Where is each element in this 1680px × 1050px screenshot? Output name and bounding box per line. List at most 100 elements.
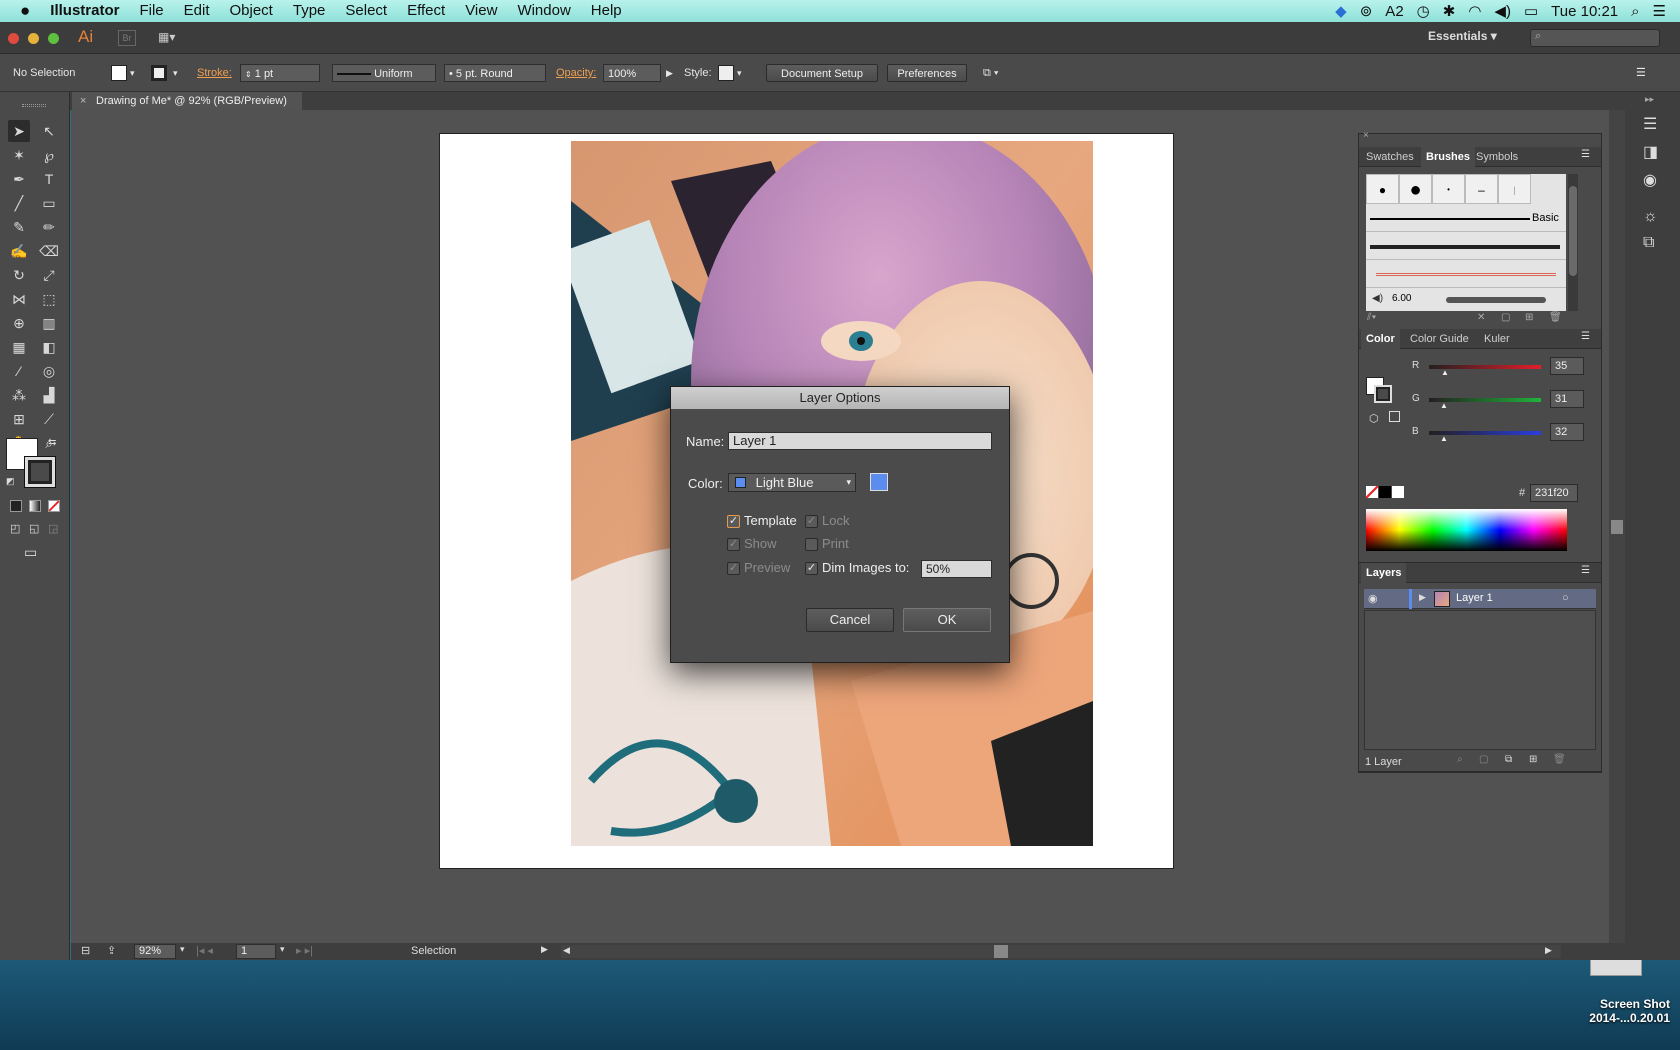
brushes-scrollbar[interactable] xyxy=(1568,174,1578,311)
layer-expand-icon[interactable]: ▶ xyxy=(1419,592,1426,603)
brush-dot-small-icon[interactable]: ● xyxy=(1366,174,1399,204)
menu-edit[interactable]: Edit xyxy=(174,0,220,22)
ok-button[interactable]: OK xyxy=(903,608,991,632)
desktop-file-label[interactable]: Screen Shot 2014-...0.20.01 xyxy=(1560,997,1670,1025)
blend-tool-icon[interactable]: ◎ xyxy=(38,360,60,382)
b-slider-thumb[interactable]: ▲ xyxy=(1440,434,1448,443)
appearance-panel-icon[interactable]: ☼ xyxy=(1643,208,1658,226)
line-tool-icon[interactable]: ╱ xyxy=(8,192,30,214)
width-tool-icon[interactable]: ⋈ xyxy=(8,288,30,310)
window-close-button[interactable] xyxy=(8,33,19,44)
menu-type[interactable]: Type xyxy=(283,0,336,22)
wifi-icon[interactable]: ◠ xyxy=(1468,2,1481,20)
shape-builder-tool-icon[interactable]: ⊕ xyxy=(8,312,30,334)
brush-options-icon[interactable]: ▢ xyxy=(1501,312,1510,323)
vertical-scrollbar[interactable] xyxy=(1609,110,1625,943)
layers-list-area[interactable] xyxy=(1364,610,1596,750)
brush-charcoal-row[interactable] xyxy=(1366,233,1566,260)
delete-layer-icon[interactable]: 🗑 xyxy=(1553,754,1566,765)
preferences-button[interactable]: Preferences xyxy=(887,64,967,82)
document-setup-button[interactable]: Document Setup xyxy=(766,64,878,82)
spotlight-icon[interactable]: ⌕ xyxy=(1631,3,1639,20)
dock-collapse-icon[interactable]: ▸▸ xyxy=(1645,94,1654,105)
web-safe-swatch[interactable] xyxy=(1389,411,1400,422)
tools-grip[interactable] xyxy=(22,104,46,107)
layer-visibility-eye-icon[interactable]: ◉ xyxy=(1368,592,1378,605)
remove-stroke-icon[interactable]: ✕ xyxy=(1477,312,1485,323)
opacity-arrow-icon[interactable]: ▶ xyxy=(666,64,673,82)
creative-cloud-icon[interactable]: ⊚ xyxy=(1360,2,1373,20)
rotate-tool-icon[interactable]: ↻ xyxy=(8,264,30,286)
stroke-dropdown[interactable]: ▾ xyxy=(173,64,178,82)
artboard-tool-icon[interactable]: ⊞ xyxy=(8,408,30,430)
white-color-swatch[interactable] xyxy=(1392,486,1404,498)
lock-checkbox[interactable]: ✓ xyxy=(805,515,818,528)
layer-target-icon[interactable]: ○ xyxy=(1562,592,1569,604)
menu-select[interactable]: Select xyxy=(335,0,397,22)
menu-window[interactable]: Window xyxy=(507,0,580,22)
direct-selection-tool-icon[interactable]: ↖ xyxy=(38,120,60,142)
new-sublayer-icon[interactable]: ⧉ xyxy=(1505,754,1512,765)
brush-faint-icon[interactable]: | xyxy=(1498,174,1531,204)
dialog-title[interactable]: Layer Options xyxy=(671,387,1009,409)
brush-basic-row[interactable]: Basic xyxy=(1366,205,1566,232)
window-minimize-button[interactable] xyxy=(28,33,39,44)
r-slider-thumb[interactable]: ▲ xyxy=(1441,368,1449,377)
locate-object-icon[interactable]: ⌕ xyxy=(1457,754,1463,765)
swap-colors-icon[interactable]: ⇆ xyxy=(48,437,56,448)
print-checkbox[interactable] xyxy=(805,538,818,551)
style-dropdown[interactable]: ▾ xyxy=(737,64,742,82)
g-value-field[interactable]: 31 xyxy=(1550,390,1584,408)
dropbox-icon[interactable]: ◆ xyxy=(1335,2,1347,20)
brush-pattern-row[interactable] xyxy=(1366,261,1566,288)
gradient-mode-icon[interactable] xyxy=(29,500,41,512)
artboard-dropdown[interactable]: ▾ xyxy=(280,944,285,955)
brush-definition[interactable]: • 5 pt. Round xyxy=(444,64,546,82)
adobe-app-icon[interactable]: A2 xyxy=(1385,3,1403,20)
bridge-button[interactable]: Br xyxy=(118,30,136,46)
selection-tool-icon[interactable]: ➤ xyxy=(8,120,30,142)
zoom-dropdown[interactable]: ▾ xyxy=(180,944,185,955)
g-slider-thumb[interactable]: ▲ xyxy=(1440,401,1448,410)
new-layer-icon[interactable]: ⊞ xyxy=(1529,754,1537,765)
clock[interactable]: Tue 10:21 xyxy=(1551,3,1618,20)
paintbrush-tool-icon[interactable]: ✎ xyxy=(8,216,30,238)
delete-brush-icon[interactable]: 🗑 xyxy=(1549,312,1562,323)
dim-images-input[interactable]: 50% xyxy=(921,560,992,578)
zoom-field[interactable]: 92% xyxy=(134,944,176,959)
tab-layers[interactable]: Layers xyxy=(1361,563,1407,583)
stroke-color-box[interactable] xyxy=(24,456,56,488)
bluetooth-icon[interactable]: ✱ xyxy=(1443,2,1456,20)
none-color-swatch[interactable] xyxy=(1366,486,1378,498)
menu-app-name[interactable]: Illustrator xyxy=(40,0,129,22)
lasso-tool-icon[interactable]: ℘ xyxy=(38,144,60,166)
cancel-button[interactable]: Cancel xyxy=(806,608,894,632)
rectangle-tool-icon[interactable]: ▭ xyxy=(38,192,60,214)
horizontal-scrollbar[interactable]: ◀ ▶ xyxy=(561,945,1561,958)
draw-inside-icon[interactable]: ◲ xyxy=(48,522,58,535)
variable-width-profile[interactable]: Uniform xyxy=(332,64,436,82)
properties-icon[interactable]: ☰ xyxy=(1643,114,1657,134)
mesh-tool-icon[interactable]: ▦ xyxy=(8,336,30,358)
notification-center-icon[interactable]: ☰ xyxy=(1653,2,1666,20)
type-tool-icon[interactable]: T xyxy=(38,168,60,190)
dim-images-label[interactable]: Dim Images to: xyxy=(822,560,909,575)
document-tab[interactable]: × Drawing of Me* @ 92% (RGB/Preview) xyxy=(72,92,302,110)
volume-icon[interactable]: ◀) xyxy=(1494,2,1511,20)
draw-normal-icon[interactable]: ◰ xyxy=(10,522,20,535)
opacity-label[interactable]: Opacity: xyxy=(556,64,596,82)
template-label[interactable]: Template xyxy=(744,513,797,528)
time-machine-icon[interactable]: ◷ xyxy=(1417,2,1430,20)
panel-close-icon[interactable]: × xyxy=(1363,130,1369,141)
menu-file[interactable]: File xyxy=(129,0,173,22)
status-export-icon[interactable]: ⇪ xyxy=(107,944,116,957)
workspace-switcher[interactable]: Essentials ▾ xyxy=(1428,29,1497,43)
preview-label[interactable]: Preview xyxy=(744,560,790,575)
tab-color[interactable]: Color xyxy=(1361,329,1400,349)
gradient-panel-icon[interactable]: ◨ xyxy=(1643,142,1658,162)
arrange-documents-button[interactable]: ▦▾ xyxy=(158,30,184,46)
brush-libraries-icon[interactable]: ⫽▾ xyxy=(1367,312,1376,323)
gradient-tool-icon[interactable]: ◧ xyxy=(38,336,60,358)
black-color-swatch[interactable] xyxy=(1379,486,1391,498)
brush-dash-icon[interactable]: – xyxy=(1465,174,1498,204)
